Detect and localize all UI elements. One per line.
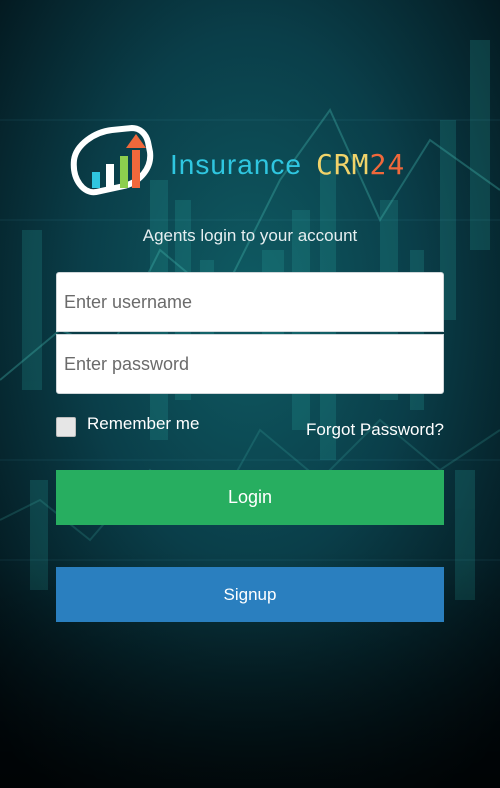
- remember-me-label: Remember me: [87, 414, 200, 433]
- login-tagline: Agents login to your account: [142, 226, 358, 245]
- login-button[interactable]: Login: [56, 470, 444, 525]
- logo-text-24: 24: [369, 148, 406, 181]
- logo-text-insurance: Insurance: [170, 149, 302, 180]
- stock-chart-background: [0, 0, 500, 788]
- logo-text-crm: CRM: [315, 148, 370, 181]
- handshake-growth-icon: [70, 124, 154, 196]
- app-logo: Insurance CRM24: [66, 120, 446, 200]
- remember-me-checkbox[interactable]: [56, 417, 76, 437]
- password-input[interactable]: [56, 334, 444, 394]
- signup-button[interactable]: Signup: [56, 567, 444, 622]
- remember-me[interactable]: Remember me: [56, 412, 200, 437]
- forgot-password-link[interactable]: Forgot Password?: [306, 420, 444, 440]
- username-input[interactable]: [56, 272, 444, 332]
